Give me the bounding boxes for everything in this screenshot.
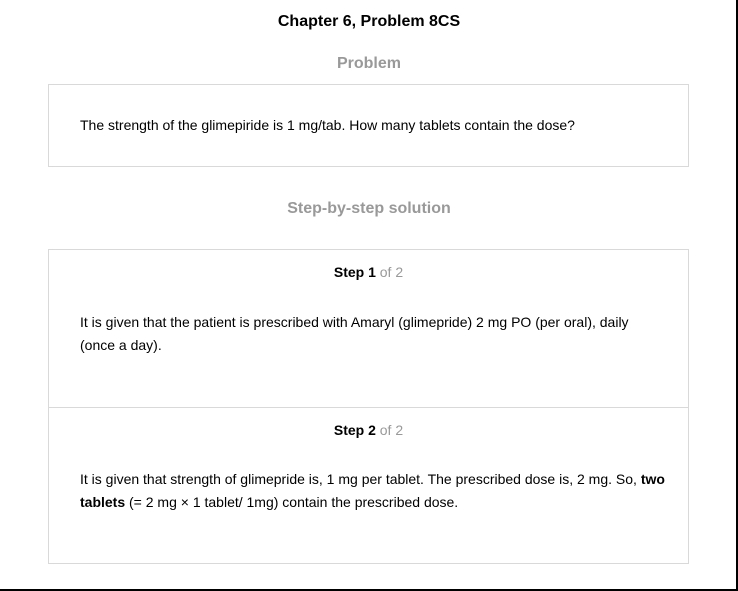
page-title: Chapter 6, Problem 8CS [277,13,461,30]
step-1-header: Step 1 of 2 [49,263,688,281]
problem-heading: Problem [336,55,401,72]
step-2-text-before: It is given that strength of glimepride … [80,471,641,487]
solution-heading: Step-by-step solution [287,200,451,217]
problem-box: The strength of the glimepiride is 1 mg/… [48,84,689,167]
step-1-label: Step 1 [333,264,376,280]
step-1-of-count: of 2 [375,264,404,280]
step-2-text-after: (= 2 mg × 1 tablet/ 1mg) contain the pre… [125,493,459,510]
step-2-of-count: of 2 [375,422,404,438]
step-2-header: Step 2 of 2 [49,421,688,439]
step-2: Step 2 of 2 It is given that strength of… [49,407,688,564]
step-2-text: It is given that strength of glimepride … [80,468,665,513]
step-1: Step 1 of 2 It is given that the patient… [49,250,688,406]
problem-text: The strength of the glimepiride is 1 mg/… [80,117,575,133]
step-1-text: It is given that the patient is prescrib… [80,314,629,353]
solution-steps-box: Step 1 of 2 It is given that the patient… [48,249,689,564]
step-2-label: Step 2 [333,422,376,438]
